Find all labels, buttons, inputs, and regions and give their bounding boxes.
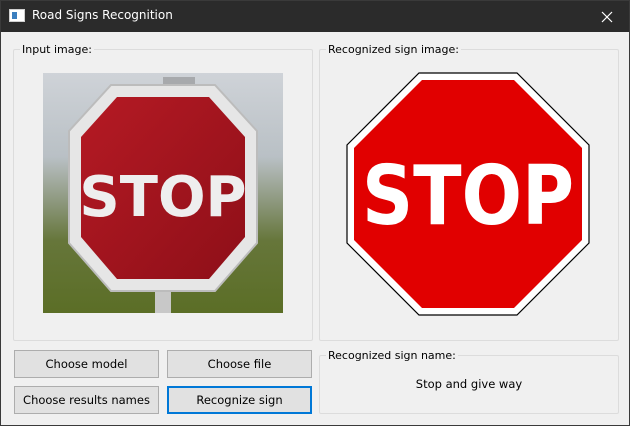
recognized-sign-name: Stop and give way — [415, 377, 523, 391]
close-button[interactable] — [585, 1, 629, 32]
title-bar[interactable]: Road Signs Recognition — [1, 1, 629, 32]
result-group: Recognized sign name: Stop and give way — [319, 349, 619, 414]
result-label: Recognized sign name: — [326, 349, 458, 362]
choose-results-names-button[interactable]: Choose results names — [14, 386, 159, 414]
recognized-sign-image: STOP — [346, 72, 590, 316]
input-image-label: Input image: — [20, 43, 94, 56]
choose-file-button[interactable]: Choose file — [167, 350, 312, 378]
window-icon — [9, 9, 25, 22]
recognized-image-label: Recognized sign image: — [326, 43, 461, 56]
recognized-sign-text: STOP — [362, 149, 574, 244]
window-title: Road Signs Recognition — [32, 8, 173, 22]
input-sign-text: STOP — [79, 165, 246, 230]
input-image: STOP — [43, 73, 283, 313]
choose-model-button[interactable]: Choose model — [14, 350, 159, 378]
app-window: Road Signs Recognition Input image: STOP… — [0, 0, 630, 426]
close-icon — [601, 11, 613, 22]
recognize-sign-button[interactable]: Recognize sign — [167, 386, 312, 414]
